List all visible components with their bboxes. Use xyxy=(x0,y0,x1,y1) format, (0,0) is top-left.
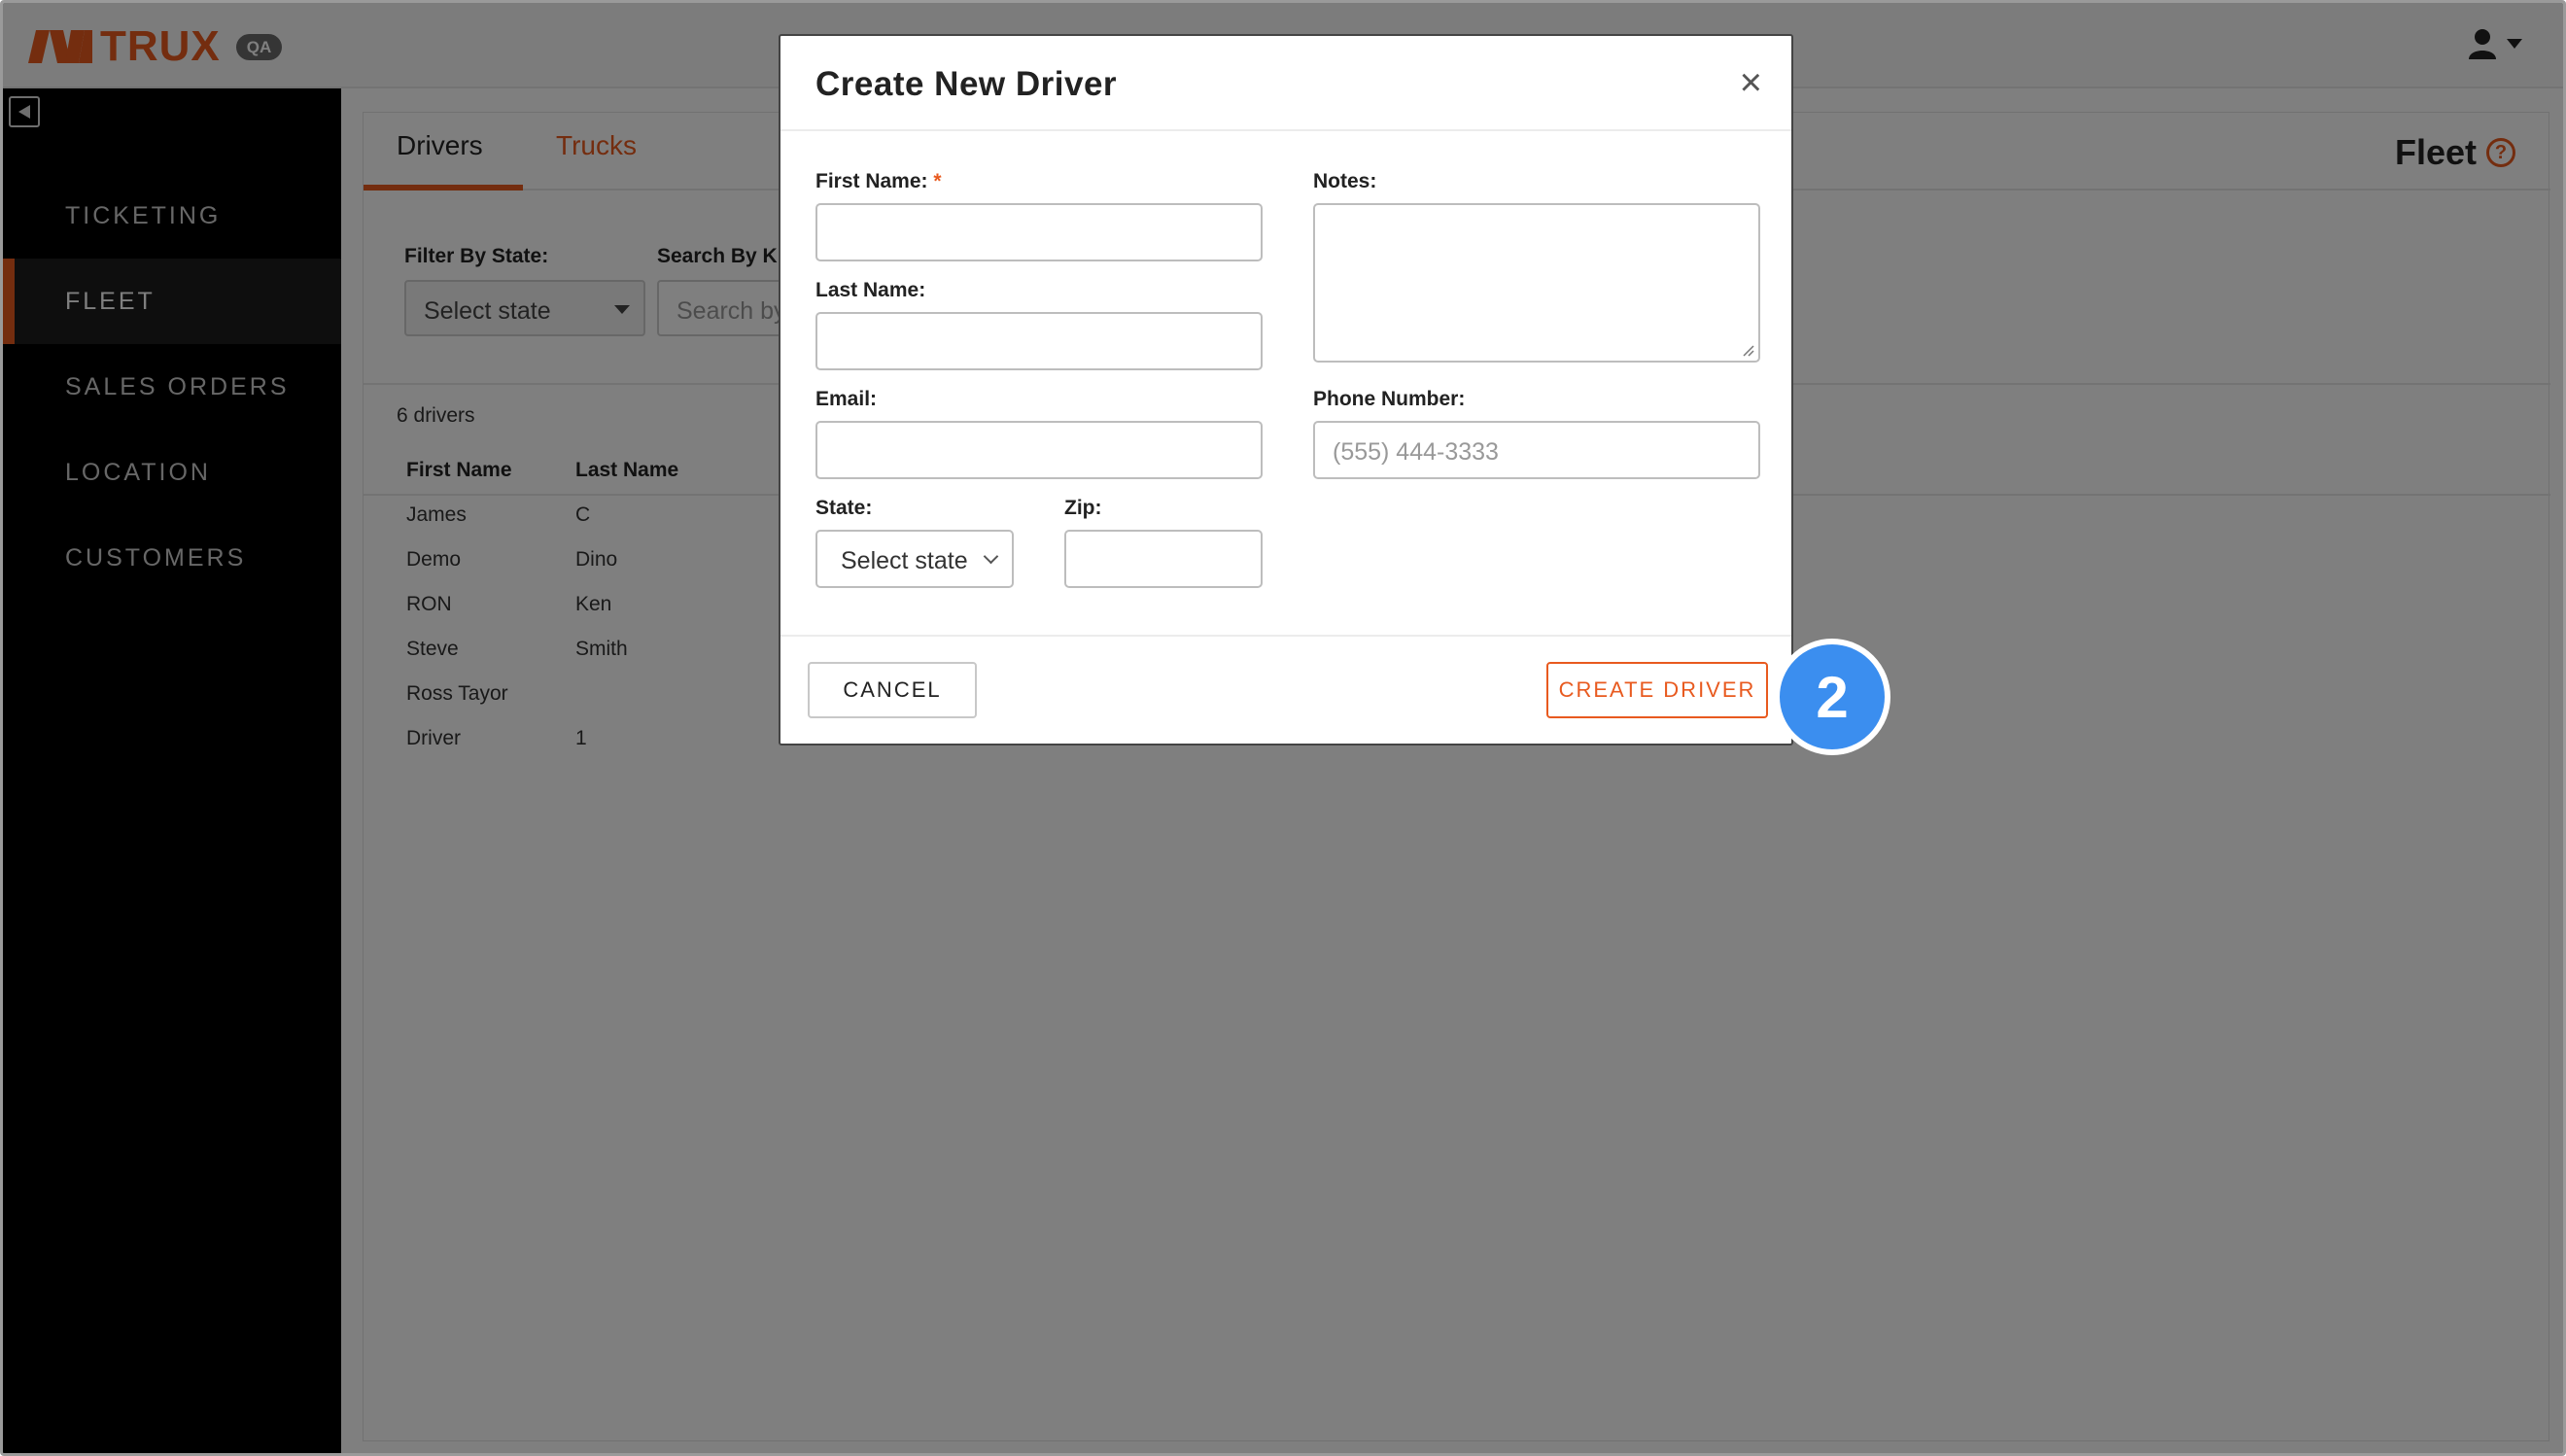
resize-grip-icon[interactable] xyxy=(1743,345,1754,357)
notes-label: Notes: xyxy=(1313,170,1377,192)
first-name-field[interactable] xyxy=(815,203,1263,261)
step-number-badge: 2 xyxy=(1774,639,1890,755)
modal-footer-divider xyxy=(780,635,1791,637)
notes-field[interactable] xyxy=(1313,203,1760,363)
create-driver-modal: Create New Driver × First Name: * Last N… xyxy=(779,34,1793,745)
phone-placeholder: (555) 444-3333 xyxy=(1333,438,1499,466)
phone-label: Phone Number: xyxy=(1313,388,1466,410)
state-select[interactable]: Select state xyxy=(815,530,1014,588)
cancel-button[interactable]: CANCEL xyxy=(808,662,977,718)
state-select-value: Select state xyxy=(841,547,968,574)
modal-title: Create New Driver xyxy=(815,65,1118,103)
state-label: State: xyxy=(815,497,873,519)
zip-label: Zip: xyxy=(1064,497,1102,519)
last-name-field[interactable] xyxy=(815,312,1263,370)
email-label: Email: xyxy=(815,388,878,410)
first-name-label-text: First Name: xyxy=(815,170,928,192)
create-driver-button[interactable]: CREATE DRIVER xyxy=(1546,662,1768,718)
app-window: TRUX QA TICKETING FLEET SALES ORDERS LOC… xyxy=(0,0,2566,1456)
first-name-label: First Name: * xyxy=(815,170,942,193)
close-icon[interactable]: × xyxy=(1740,63,1762,102)
chevron-down-icon xyxy=(983,548,999,565)
last-name-label: Last Name: xyxy=(815,279,926,301)
email-field[interactable] xyxy=(815,421,1263,479)
required-indicator: * xyxy=(933,170,942,192)
phone-field[interactable]: (555) 444-3333 xyxy=(1313,421,1760,479)
zip-field[interactable] xyxy=(1064,530,1263,588)
modal-header: Create New Driver × xyxy=(780,36,1791,131)
